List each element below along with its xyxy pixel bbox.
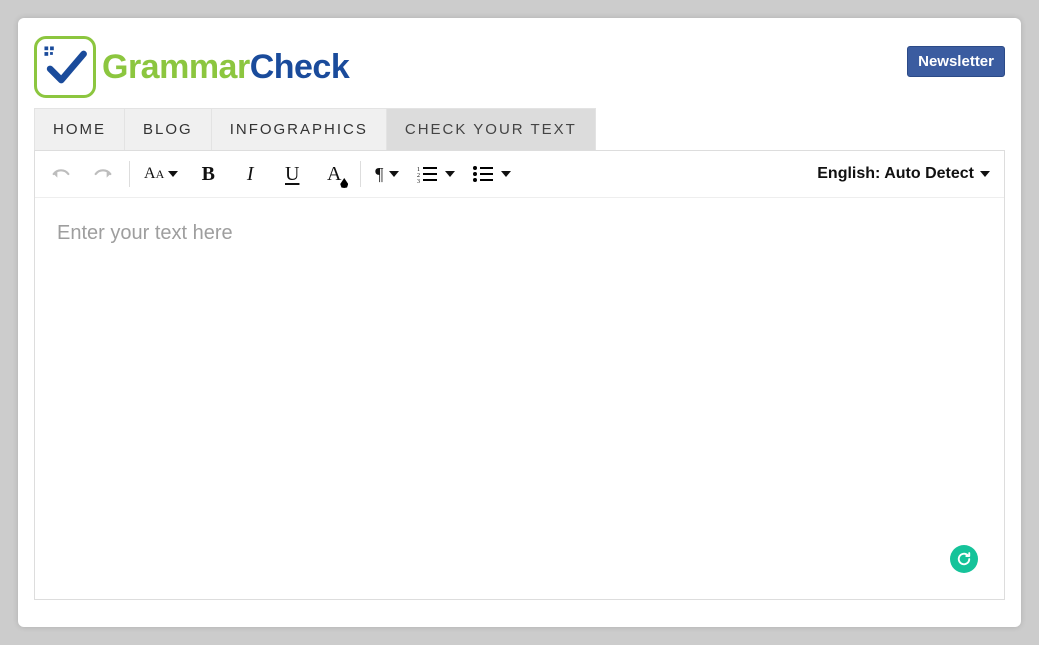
numbered-list-button[interactable]: 1 2 3: [417, 161, 455, 187]
editor-panel: AA B I U A ¶ 1 2 3: [34, 150, 1005, 600]
ink-drop-icon: [340, 178, 348, 188]
editor-placeholder: Enter your text here: [57, 222, 233, 244]
page-card: GrammarCheck Newsletter HOME BLOG INFOGR…: [18, 18, 1021, 627]
nav-home[interactable]: HOME: [34, 108, 125, 150]
toolbar-separator: [360, 161, 361, 187]
nav-blog[interactable]: BLOG: [125, 108, 212, 150]
bold-button[interactable]: B: [196, 161, 220, 187]
nav-infographics[interactable]: INFOGRAPHICS: [212, 108, 387, 150]
underline-button[interactable]: U: [280, 161, 304, 187]
logo-text-part2: Check: [250, 48, 350, 86]
editor-toolbar: AA B I U A ¶ 1 2 3: [35, 151, 1004, 198]
language-selector[interactable]: English: Auto Detect: [817, 165, 990, 183]
font-size-button[interactable]: AA: [144, 161, 178, 187]
toolbar-separator: [129, 161, 130, 187]
italic-button[interactable]: I: [238, 161, 262, 187]
language-label: English: Auto Detect: [817, 165, 974, 183]
bullet-list-button[interactable]: [473, 161, 511, 187]
undo-button[interactable]: [49, 161, 73, 187]
logo-text-part1: Grammar: [102, 48, 250, 86]
logo[interactable]: GrammarCheck: [34, 36, 349, 98]
svg-text:3: 3: [417, 179, 420, 183]
paragraph-direction-button[interactable]: ¶: [375, 161, 399, 187]
nav-check-your-text[interactable]: CHECK YOUR TEXT: [387, 108, 596, 150]
logo-badge-icon: [34, 36, 96, 98]
logo-text: GrammarCheck: [102, 48, 349, 87]
text-color-button[interactable]: A: [322, 161, 346, 187]
newsletter-button[interactable]: Newsletter: [907, 46, 1005, 77]
editor-textarea[interactable]: Enter your text here: [35, 198, 1004, 596]
redo-button[interactable]: [91, 161, 115, 187]
header: GrammarCheck Newsletter: [18, 18, 1021, 98]
main-nav: HOME BLOG INFOGRAPHICS CHECK YOUR TEXT: [34, 108, 1005, 150]
grammarly-badge-icon[interactable]: [950, 545, 978, 573]
